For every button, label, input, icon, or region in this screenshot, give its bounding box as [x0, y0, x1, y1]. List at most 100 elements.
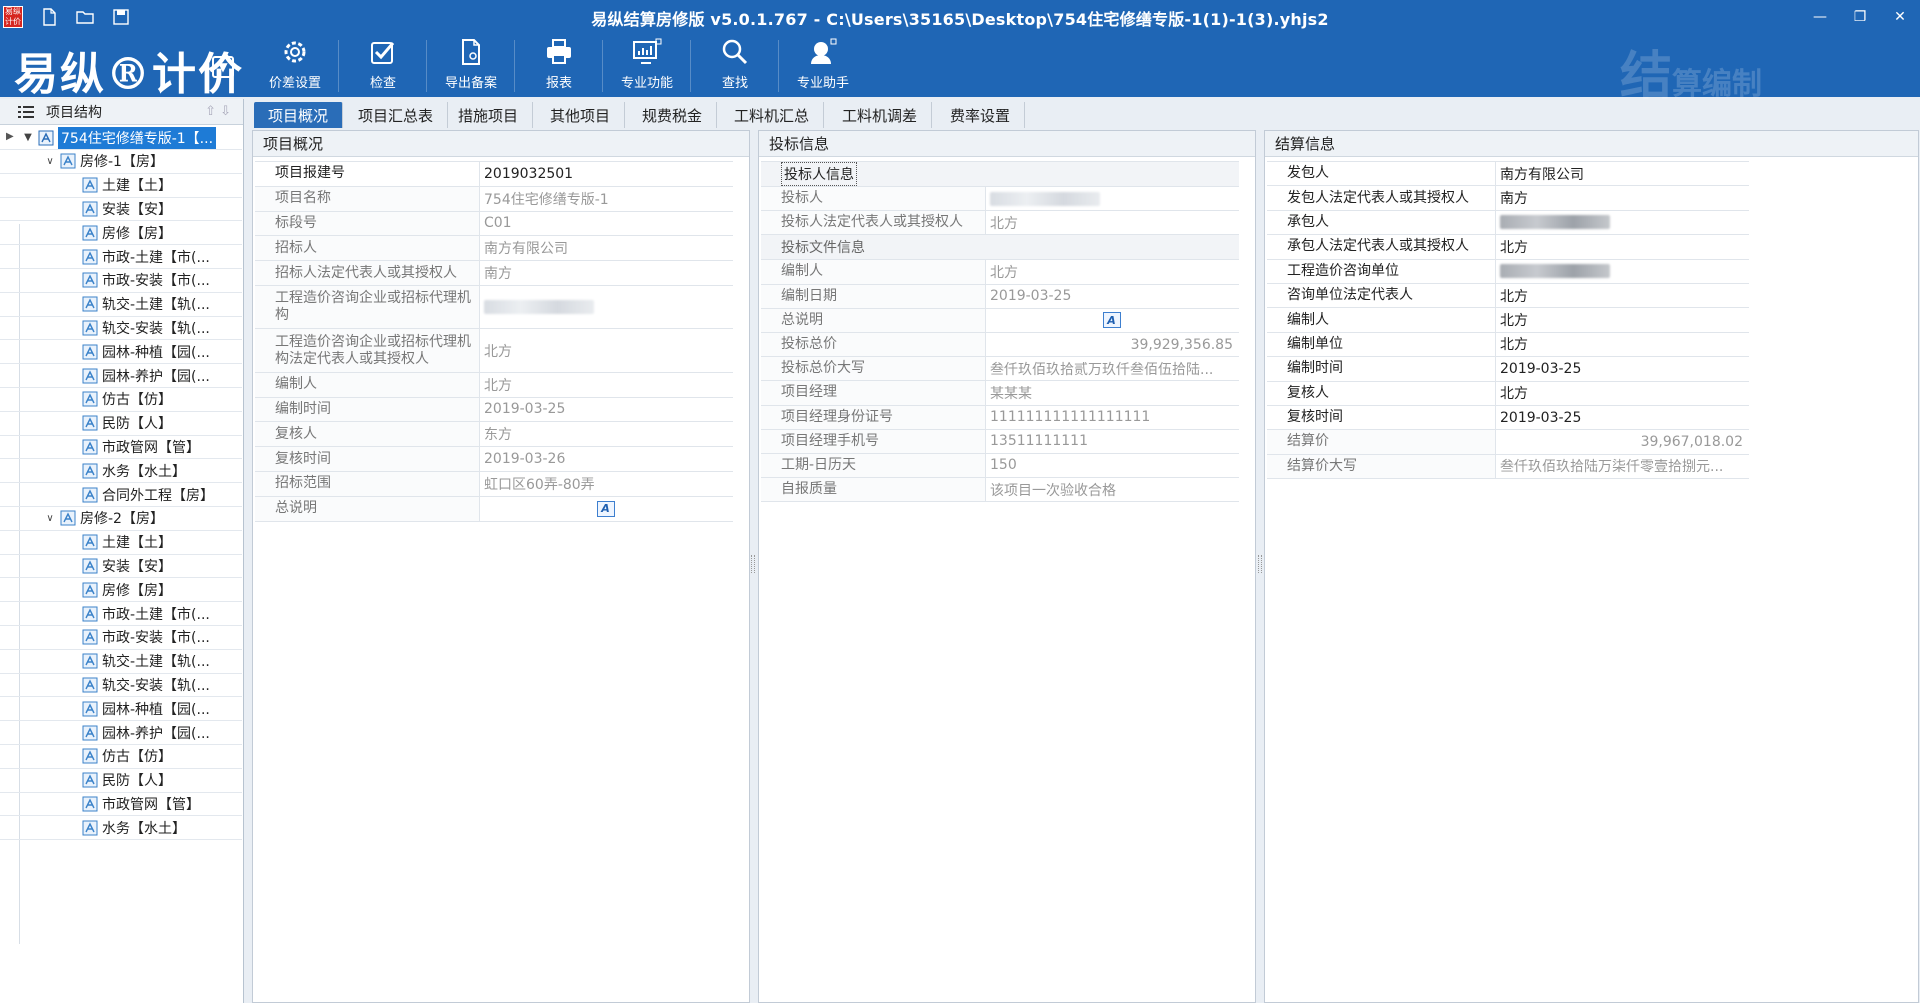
field-value[interactable]: C01	[480, 212, 733, 236]
tab-rate-settings[interactable]: 费率设置	[936, 102, 1026, 128]
tree-node-section[interactable]: ∨ 房修-1【房】	[0, 150, 242, 174]
expand-toggle-icon[interactable]: ▼	[22, 132, 34, 143]
tree-node-unit[interactable]: 合同外工程【房】	[0, 483, 242, 507]
tree-node-unit[interactable]: 土建【土】	[0, 531, 242, 555]
group-header[interactable]: 投标文件信息	[761, 235, 1239, 261]
field-value[interactable]	[480, 286, 733, 328]
tree-node-unit[interactable]: 民防【人】	[0, 769, 242, 793]
tab-other-items[interactable]: 其他项目	[536, 102, 626, 128]
field-value[interactable]: 北方	[1496, 382, 1749, 405]
field-value[interactable]: 北方	[986, 260, 1239, 283]
field-value[interactable]: 2019-03-25	[986, 285, 1239, 308]
tree-node-unit[interactable]: 民防【人】	[0, 412, 242, 436]
tree-node-unit[interactable]: 房修【房】	[0, 221, 242, 246]
field-label: 工程造价咨询企业或招标代理机构法定代表人或其授权人	[255, 329, 480, 372]
tree-node-unit[interactable]: 市政管网【管】	[0, 792, 242, 817]
field-value[interactable]: 北方	[1496, 284, 1749, 307]
field-value[interactable]	[1496, 211, 1749, 234]
tree-node-unit[interactable]: 轨交-安装【轨(...	[0, 673, 242, 698]
tab-project-summary[interactable]: 项目汇总表	[344, 102, 449, 128]
expand-toggle-icon[interactable]: ∨	[44, 513, 56, 524]
field-value[interactable]: 2019-03-25	[1496, 357, 1749, 380]
tree-node-unit[interactable]: 仿古【仿】	[0, 388, 242, 412]
field-value[interactable]	[1496, 260, 1749, 283]
field-value[interactable]: 39,929,356.85	[986, 333, 1239, 356]
field-value[interactable]: 北方	[1496, 333, 1749, 356]
tree-node-unit[interactable]: 安装【安】	[0, 197, 242, 222]
logo-dropdown-icon[interactable]: ▼	[212, 56, 234, 78]
tab-project-overview[interactable]: 项目概况	[254, 102, 344, 128]
field-value[interactable]: A	[480, 497, 733, 521]
export-filing-button[interactable]: 导出备案	[428, 34, 514, 94]
tree-node-unit[interactable]: 市政管网【管】	[0, 435, 242, 460]
splitter-handle[interactable]	[1258, 555, 1262, 573]
field-label: 承包人	[1267, 210, 1496, 235]
tree-node-unit[interactable]: 园林-种植【园(...	[0, 340, 242, 365]
field-value[interactable]: 南方有限公司	[480, 236, 733, 260]
field-value[interactable]: 北方	[480, 373, 733, 397]
field-value[interactable]: 叁仟玖佰玖拾陆万柒仟零壹拾捌元...	[1496, 455, 1749, 478]
field-value[interactable]: 南方有限公司	[1496, 162, 1749, 185]
tree-node-unit[interactable]: 轨交-安装【轨(...	[0, 316, 242, 341]
tree-node-unit[interactable]: 市政-土建【市(...	[0, 245, 242, 269]
pro-functions-button[interactable]: 专业功能	[604, 34, 690, 94]
tree-node-unit[interactable]: 轨交-土建【轨(...	[0, 650, 242, 674]
move-up-icon[interactable]: ⇧ ⇩	[205, 104, 231, 119]
field-value[interactable]: 南方	[1496, 186, 1749, 209]
field-value[interactable]: 东方	[480, 422, 733, 446]
tree-node-section[interactable]: ∨ 房修-2【房】	[0, 507, 242, 531]
field-value[interactable]: 2019-03-25	[1496, 406, 1749, 429]
group-header[interactable]: 投标人信息	[761, 162, 1239, 187]
field-value[interactable]: 北方	[1496, 235, 1749, 258]
tree-node-unit[interactable]: 安装【安】	[0, 554, 242, 579]
tab-measures[interactable]: 措施项目	[444, 102, 534, 128]
field-value[interactable]	[986, 187, 1239, 210]
field-value[interactable]: 该项目一次验收合格	[986, 478, 1239, 501]
field-value[interactable]: 2019-03-25	[480, 398, 733, 422]
field-value[interactable]: A	[986, 309, 1239, 332]
field-value[interactable]: 150	[986, 454, 1239, 477]
field-value[interactable]: 2019032501	[480, 162, 733, 186]
tree-node-project-root[interactable]: ▼ 754住宅修缮专版-1【...	[0, 126, 242, 150]
tree-node-unit[interactable]: 园林-种植【园(...	[0, 697, 242, 722]
tree-node-unit[interactable]: 园林-养护【园(...	[0, 721, 242, 745]
splitter-handle[interactable]	[751, 555, 755, 573]
field-value[interactable]: 2019-03-26	[480, 447, 733, 471]
restore-button[interactable]: ❐	[1842, 4, 1878, 30]
field-value[interactable]: 北方	[480, 329, 733, 371]
field-value[interactable]: 111111111111111111	[986, 406, 1239, 429]
tree-node-unit[interactable]: 仿古【仿】	[0, 745, 242, 769]
tree-node-unit[interactable]: 市政-安装【市(...	[0, 626, 242, 650]
field-value[interactable]: 某某某	[986, 381, 1239, 404]
field-value[interactable]: 13511111111	[986, 430, 1239, 453]
field-value[interactable]: 北方	[1496, 308, 1749, 331]
close-button[interactable]: ✕	[1882, 4, 1918, 30]
field-value[interactable]: 北方	[986, 211, 1239, 234]
field-value[interactable]: 虹口区60弄-80弄	[480, 472, 733, 496]
report-button[interactable]: 报表	[516, 34, 602, 94]
edit-description-icon[interactable]: A	[1102, 312, 1121, 329]
field-value[interactable]: 39,967,018.02	[1496, 430, 1749, 453]
tree-node-unit[interactable]: 园林-养护【园(...	[0, 364, 242, 388]
pro-assistant-button[interactable]: 专业助手	[780, 34, 866, 94]
find-button[interactable]: 查找	[692, 34, 778, 94]
field-label: 招标人	[255, 236, 480, 261]
tree-node-unit[interactable]: 市政-安装【市(...	[0, 269, 242, 293]
minimize-button[interactable]: —	[1802, 4, 1838, 30]
check-button[interactable]: 检查	[340, 34, 426, 94]
price-diff-settings-button[interactable]: 价差设置	[252, 34, 338, 94]
edit-description-icon[interactable]: A	[596, 500, 615, 517]
tab-materials-adjust[interactable]: 工料机调差	[828, 102, 933, 128]
tree-node-unit[interactable]: 水务【水土】	[0, 459, 242, 484]
tab-fees-taxes[interactable]: 规费税金	[628, 102, 718, 128]
tree-node-unit[interactable]: 房修【房】	[0, 578, 242, 603]
expand-toggle-icon[interactable]: ∨	[44, 156, 56, 167]
tree-node-unit[interactable]: 土建【土】	[0, 174, 242, 198]
field-value[interactable]: 754住宅修缮专版-1	[480, 187, 733, 211]
tab-materials-summary[interactable]: 工料机汇总	[720, 102, 825, 128]
tree-node-unit[interactable]: 水务【水土】	[0, 816, 242, 841]
tree-node-unit[interactable]: 市政-土建【市(...	[0, 602, 242, 626]
field-value[interactable]: 叁仟玖佰玖拾贰万玖仟叁佰伍拾陆...	[986, 357, 1239, 380]
tree-node-unit[interactable]: 轨交-土建【轨(...	[0, 293, 242, 317]
field-value[interactable]: 南方	[480, 261, 733, 285]
